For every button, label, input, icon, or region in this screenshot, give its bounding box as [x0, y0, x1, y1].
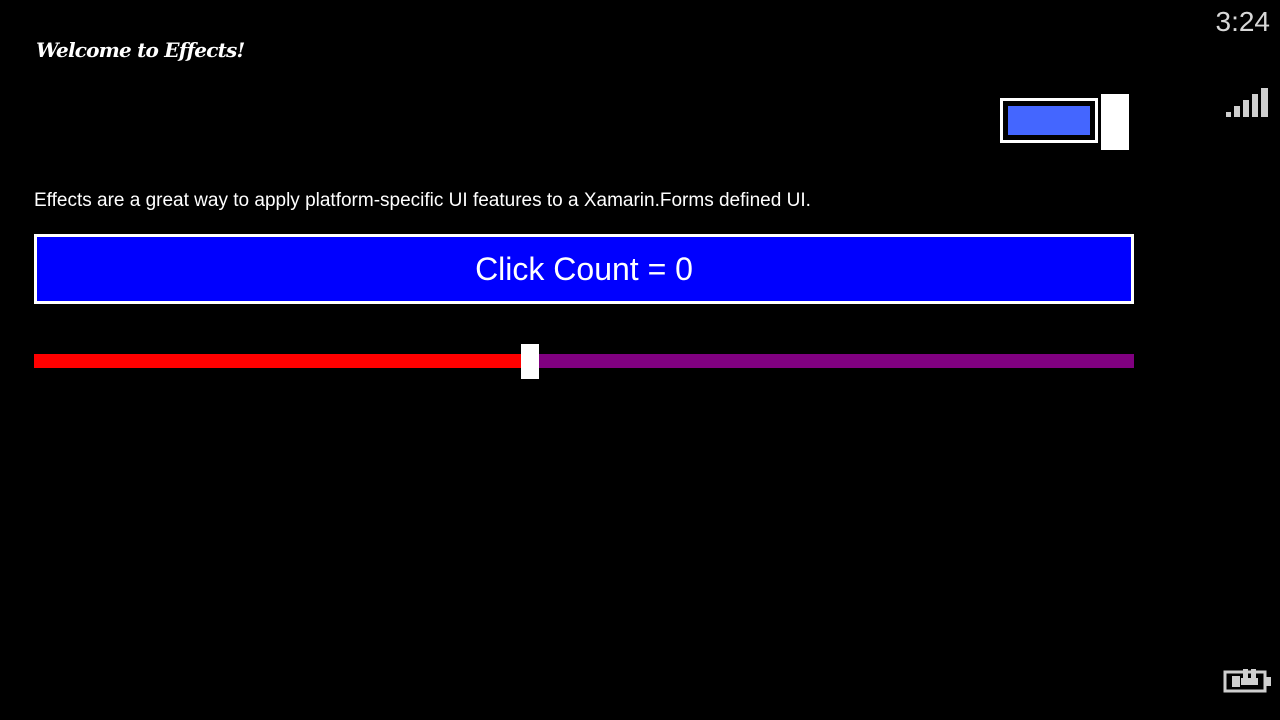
- value-slider[interactable]: [34, 344, 1134, 380]
- slider-min-track: [34, 354, 521, 368]
- switch-fill: [1008, 106, 1090, 135]
- description-text: Effects are a great way to apply platfor…: [34, 190, 811, 211]
- status-clock: 3:24: [1215, 6, 1271, 37]
- battery-charging-icon: [1223, 669, 1271, 693]
- slider-thumb[interactable]: [521, 344, 539, 379]
- switch-track: [1000, 98, 1098, 143]
- slider-track: [34, 354, 1134, 368]
- signal-strength-icon: [1226, 88, 1268, 117]
- switch-knob[interactable]: [1101, 94, 1129, 150]
- click-count-button[interactable]: Click Count = 0: [34, 234, 1134, 304]
- page-title: Welcome to Effects!: [36, 38, 245, 62]
- slider-max-track: [539, 354, 1134, 368]
- effects-toggle-switch[interactable]: [1000, 94, 1132, 152]
